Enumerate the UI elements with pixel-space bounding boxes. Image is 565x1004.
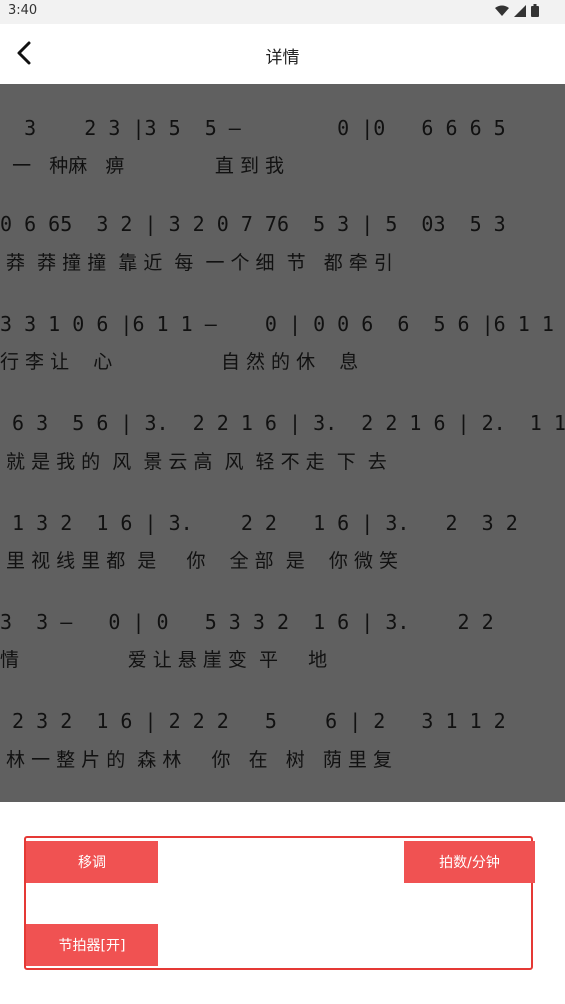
lyrics-line-3: 行 李 让 心 自 然 的 休 息 bbox=[0, 351, 359, 373]
transpose-button[interactable]: 移调 bbox=[26, 841, 158, 883]
metronome-button[interactable]: 节拍器[开] bbox=[26, 924, 158, 966]
page-title: 详情 bbox=[265, 48, 300, 68]
status-bar: 3:40 bbox=[0, 0, 565, 24]
lyrics-line-5: 里 视 线 里 都 是 你 全 部 是 你 微 笑 bbox=[0, 550, 398, 572]
status-icons bbox=[495, 4, 539, 17]
notation-line-2: 0 6 65 3 2 | 3 2 0 7 76 5 3 | 5 03 5 3 bbox=[0, 212, 506, 236]
lyrics-line-4: 就 是 我 的 风 景 云 高 风 轻 不 走 下 去 bbox=[0, 451, 387, 473]
notation-line-3: 3 3 1 0 6 |6 1 1 – 0 | 0 0 6 6 5 6 |6 1 … bbox=[0, 312, 565, 336]
notation-line-7: 2 3 2 1 6 | 2 2 2 5 6 | 2 3 1 1 2 bbox=[0, 709, 506, 733]
lyrics-line-2: 莽 莽 撞 撞 靠 近 每 一 个 细 节 都 牵 引 bbox=[0, 252, 393, 274]
status-time: 3:40 bbox=[8, 3, 38, 18]
notation-line-1: 3 2 3 |3 5 5 – 0 |0 6 6 6 5 bbox=[0, 116, 506, 140]
lyrics-line-7: 林 一 整 片 的 森 林 你 在 树 荫 里 复 bbox=[0, 749, 392, 771]
lyrics-line-6: 情 爱 让 悬 崖 变 平 地 bbox=[0, 649, 328, 671]
signal-icon bbox=[514, 4, 526, 17]
app-bar: 详情 bbox=[0, 24, 565, 84]
lyrics-line-1: 一 种麻 痹 直 到 我 bbox=[0, 155, 284, 177]
control-panel: 移调 拍数/分钟 节拍器[开] bbox=[0, 802, 565, 1004]
tempo-button[interactable]: 拍数/分钟 bbox=[404, 841, 535, 883]
battery-icon bbox=[531, 4, 539, 17]
notation-line-6: 3 3 – 0 | 0 5 3 3 2 1 6 | 3. 2 2 bbox=[0, 610, 494, 634]
wifi-icon bbox=[495, 5, 509, 16]
score-sheet: 3 2 3 |3 5 5 – 0 |0 6 6 6 5 一 种麻 痹 直 到 我… bbox=[0, 84, 565, 802]
notation-line-5: 1 3 2 1 6 | 3. 2 2 1 6 | 3. 2 3 2 bbox=[0, 511, 518, 535]
notation-line-4: 6 3 5 6 | 3. 2 2 1 6 | 3. 2 2 1 6 | 2. 1… bbox=[0, 411, 565, 435]
